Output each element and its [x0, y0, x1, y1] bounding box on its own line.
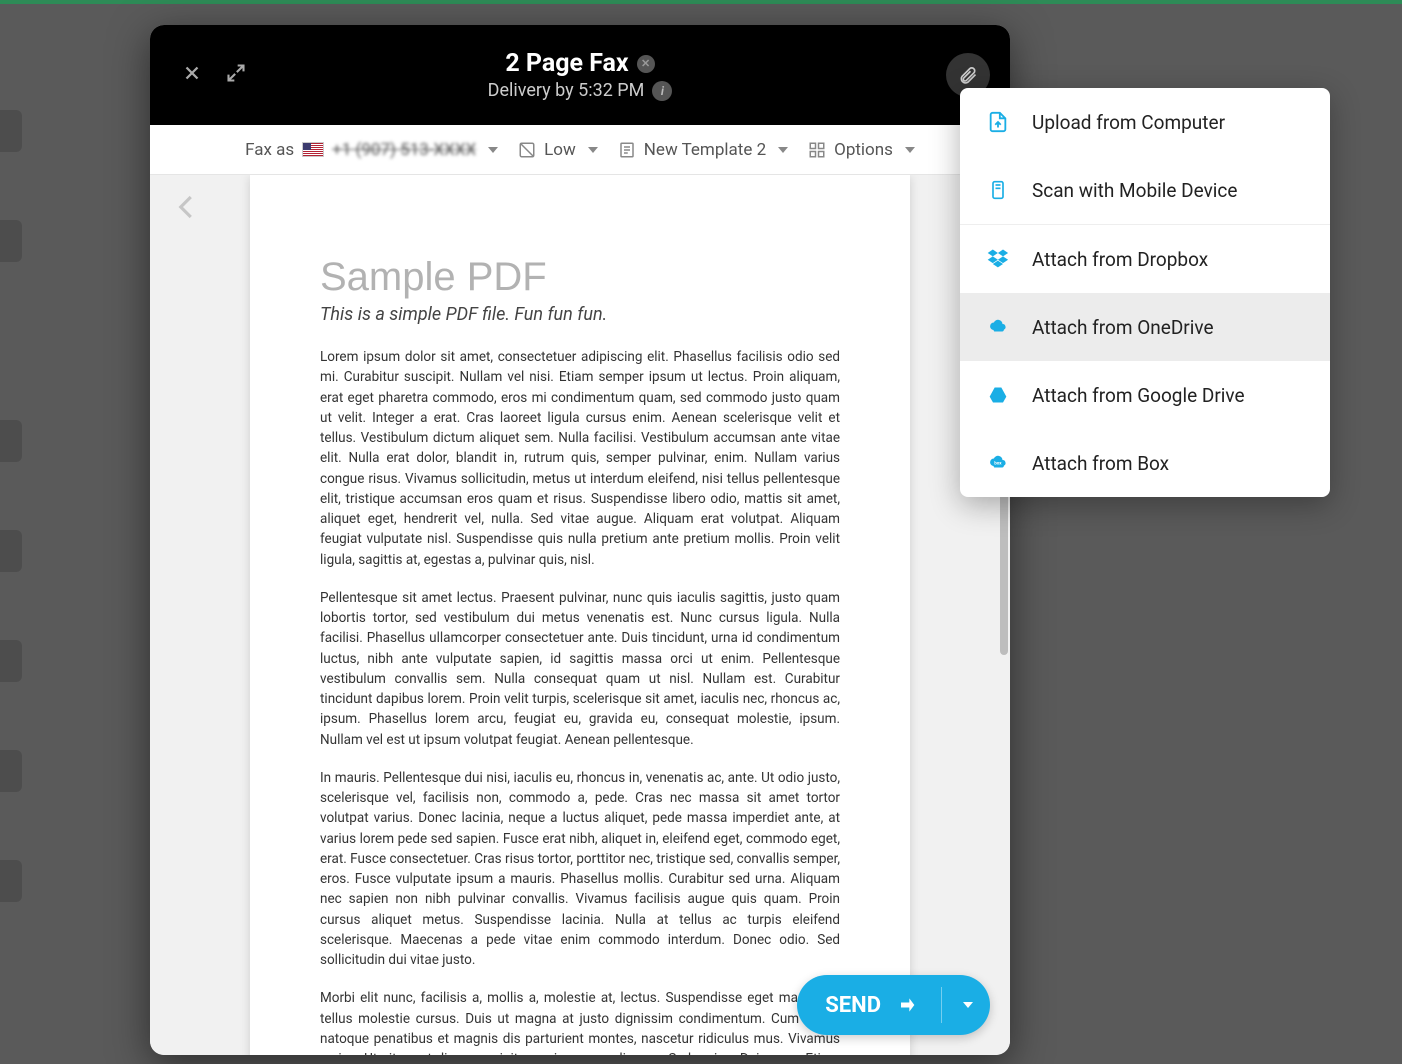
chevron-down-icon: [488, 147, 498, 153]
attach-item-label: Scan with Mobile Device: [1032, 179, 1237, 202]
doc-paragraph: In mauris. Pellentesque dui nisi, iaculi…: [320, 768, 840, 971]
attach-item-label: Attach from OneDrive: [1032, 316, 1214, 339]
doc-paragraph: Pellentesque sit amet lectus. Praesent p…: [320, 588, 840, 750]
fax-as-phone: +1 (907) 513-XXXX: [332, 140, 476, 160]
modal-title: 2 Page Fax: [505, 49, 628, 78]
options-icon: [808, 141, 826, 159]
fax-as-dropdown[interactable]: Fax as +1 (907) 513-XXXX: [245, 140, 498, 160]
doc-paragraph: Morbi elit nunc, facilisis a, mollis a, …: [320, 988, 840, 1055]
quality-label: Low: [544, 140, 576, 160]
bg-blob: [0, 220, 22, 262]
bg-blob: [0, 750, 22, 792]
attach-item-label: Upload from Computer: [1032, 111, 1225, 134]
modal-header: 2 Page Fax ✕ Delivery by 5:32 PM i: [150, 25, 1010, 125]
attach-menu: Upload from Computer Scan with Mobile De…: [960, 88, 1330, 497]
options-label: Options: [834, 140, 893, 160]
document-preview-area: Sample PDF This is a simple PDF file. Fu…: [150, 175, 1010, 1055]
chevron-down-icon: [905, 147, 915, 153]
send-label: SEND: [825, 993, 881, 1018]
delivery-label: Delivery by: [488, 80, 579, 101]
close-icon: [181, 62, 203, 84]
attach-item-label: Attach from Dropbox: [1032, 248, 1208, 271]
chevron-down-icon: [588, 147, 598, 153]
document-page[interactable]: Sample PDF This is a simple PDF file. Fu…: [250, 175, 910, 1055]
template-dropdown[interactable]: New Template 2: [618, 140, 788, 160]
expand-icon: [226, 63, 246, 83]
bg-blob: [0, 860, 22, 902]
doc-title: Sample PDF: [320, 255, 840, 300]
mobile-scan-icon: [986, 178, 1010, 202]
send-dropdown-button[interactable]: [942, 975, 990, 1035]
delivery-time: 5:32 PM: [578, 80, 644, 101]
attach-upload-computer[interactable]: Upload from Computer: [960, 88, 1330, 156]
security-shield-icon[interactable]: ✕: [637, 55, 655, 73]
attach-item-label: Attach from Google Drive: [1032, 384, 1245, 407]
box-icon: box: [986, 451, 1010, 475]
fax-compose-modal: 2 Page Fax ✕ Delivery by 5:32 PM i Fax a…: [150, 25, 1010, 1055]
attach-google-drive[interactable]: Attach from Google Drive: [960, 361, 1330, 429]
chevron-down-icon: [778, 147, 788, 153]
onedrive-icon: [986, 315, 1010, 339]
send-button-group: SEND: [797, 975, 990, 1035]
attach-onedrive[interactable]: Attach from OneDrive: [960, 293, 1330, 361]
bg-blob: [0, 530, 22, 572]
bg-blob: [0, 640, 22, 682]
top-accent-strip: [0, 0, 1402, 4]
attach-scan-mobile[interactable]: Scan with Mobile Device: [960, 156, 1330, 224]
dropbox-icon: [986, 247, 1010, 271]
fax-as-label: Fax as: [245, 140, 294, 160]
bg-blob: [0, 420, 22, 462]
doc-paragraph: Lorem ipsum dolor sit amet, consectetuer…: [320, 347, 840, 570]
bg-blob: [0, 110, 22, 152]
send-arrow-icon: [893, 995, 919, 1015]
paperclip-icon: [958, 65, 978, 85]
attach-dropbox[interactable]: Attach from Dropbox: [960, 225, 1330, 293]
quality-dropdown[interactable]: Low: [518, 140, 598, 160]
chevron-left-icon: [172, 187, 202, 227]
chevron-down-icon: [963, 1002, 973, 1008]
file-upload-icon: [986, 110, 1010, 134]
attach-box[interactable]: box Attach from Box: [960, 429, 1330, 497]
expand-button[interactable]: [218, 55, 254, 91]
close-button[interactable]: [174, 55, 210, 91]
compose-toolbar: Fax as +1 (907) 513-XXXX Low New Templat…: [150, 125, 1010, 175]
doc-subtitle: This is a simple PDF file. Fun fun fun.: [320, 304, 840, 325]
info-icon[interactable]: i: [652, 81, 672, 101]
template-label: New Template 2: [644, 140, 766, 160]
us-flag-icon: [302, 142, 324, 157]
quality-icon: [518, 141, 536, 159]
google-drive-icon: [986, 383, 1010, 407]
options-dropdown[interactable]: Options: [808, 140, 915, 160]
send-button[interactable]: SEND: [797, 975, 941, 1035]
attach-item-label: Attach from Box: [1032, 452, 1169, 475]
prev-page-button[interactable]: [172, 187, 202, 231]
svg-text:box: box: [994, 461, 1002, 467]
template-icon: [618, 141, 636, 159]
